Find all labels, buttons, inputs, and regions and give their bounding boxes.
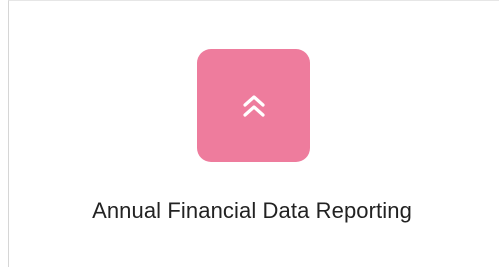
report-card[interactable]: Annual Financial Data Reporting [8,0,499,267]
double-chevron-up-icon [242,94,265,117]
report-card-title: Annual Financial Data Reporting [92,198,412,223]
report-icon-tile [197,49,310,162]
